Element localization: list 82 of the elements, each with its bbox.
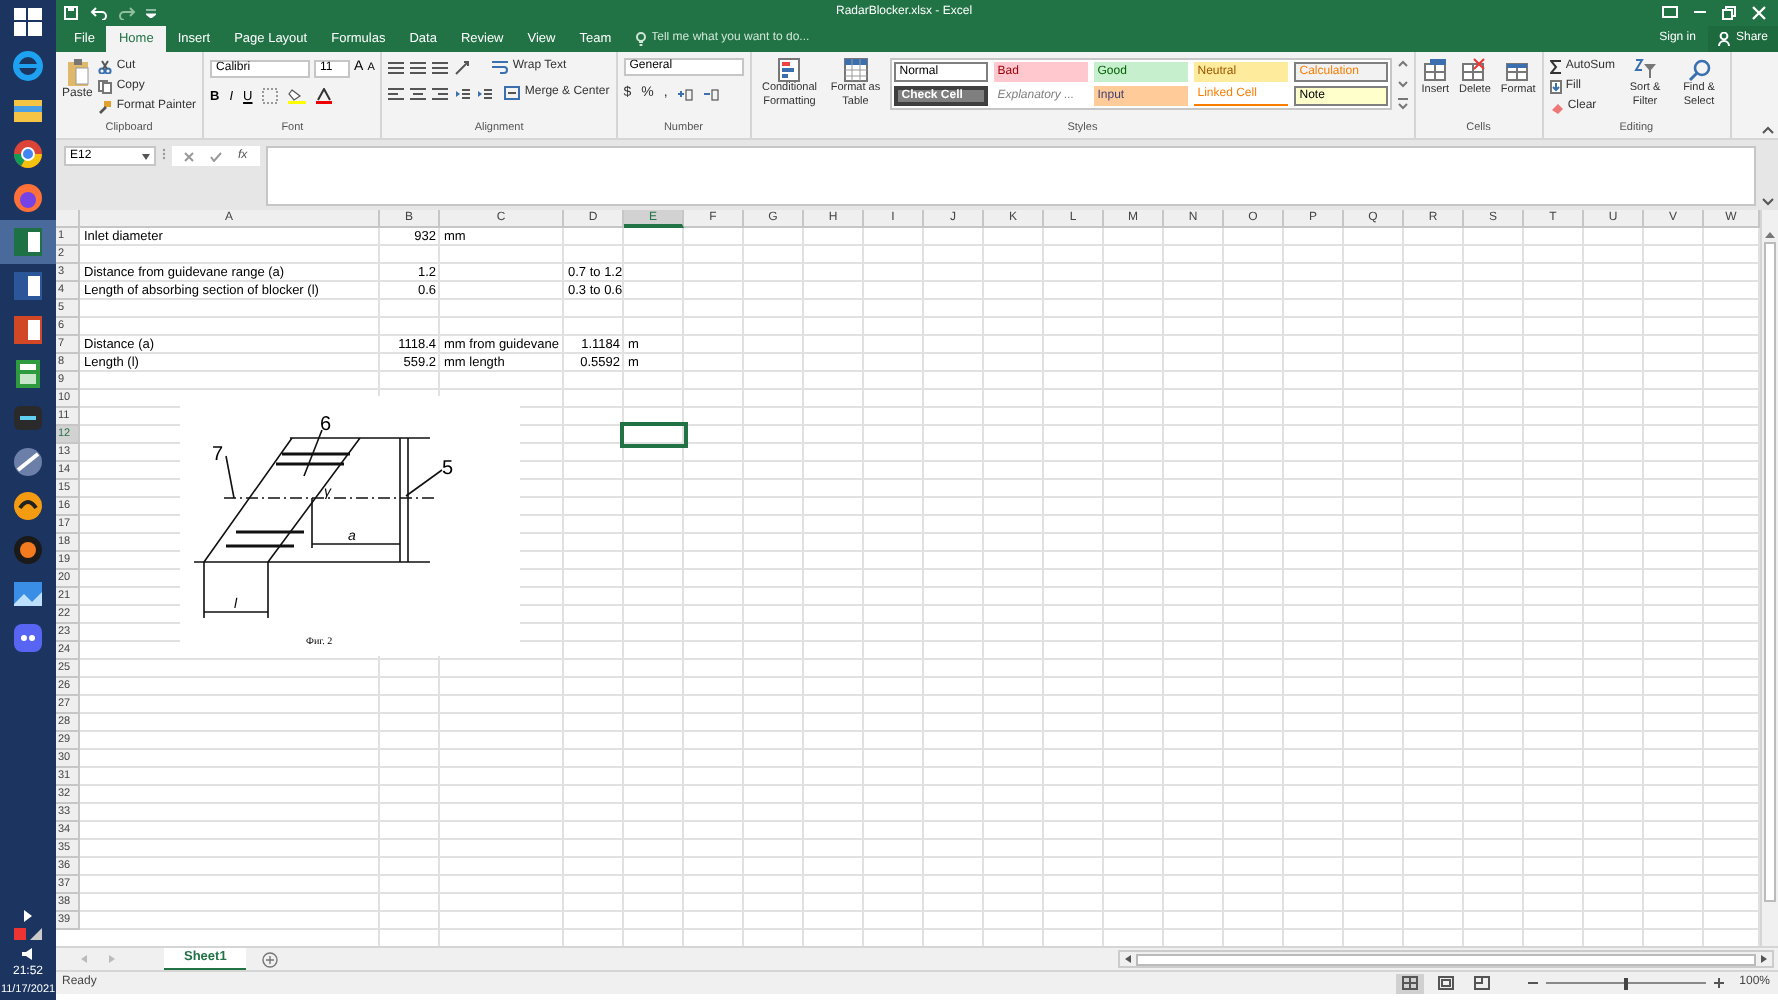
customize-icon[interactable] — [146, 7, 156, 17]
checkmark-icon[interactable] — [210, 151, 222, 161]
insert-cells-icon — [1423, 58, 1448, 82]
add-sheet-icon[interactable] — [262, 951, 279, 967]
collapse-ribbon-icon[interactable] — [1762, 126, 1774, 134]
align-right-icon[interactable] — [432, 85, 449, 101]
app-icon[interactable] — [12, 446, 44, 478]
app-icon[interactable] — [12, 402, 44, 434]
copy-icon — [98, 80, 113, 94]
top-align-icon[interactable] — [388, 59, 405, 75]
font-color-icon[interactable] — [316, 88, 333, 105]
restore-icon[interactable] — [1722, 5, 1736, 19]
middle-align-icon[interactable] — [410, 59, 427, 75]
sort-filter-icon — [1633, 58, 1658, 82]
table-icon — [843, 58, 868, 82]
fill-color-icon[interactable] — [288, 88, 307, 105]
photos-icon[interactable] — [12, 578, 44, 610]
format-cells-icon — [1506, 58, 1531, 82]
bottom-align-icon[interactable] — [432, 59, 449, 75]
zoom-slider[interactable] — [1545, 977, 1706, 989]
orientation-icon[interactable] — [454, 59, 475, 75]
sigma-icon — [1549, 60, 1562, 74]
media-icon[interactable] — [12, 534, 44, 566]
chat-app-icon[interactable] — [12, 622, 44, 654]
selected-cell[interactable] — [624, 426, 684, 444]
decrease-decimal-icon[interactable] — [703, 87, 720, 102]
lightbulb-icon — [635, 32, 646, 46]
scroll-up-icon[interactable] — [1397, 58, 1408, 70]
more-icon[interactable] — [1397, 98, 1408, 110]
zoom-out-icon[interactable] — [1527, 978, 1538, 988]
borders-icon[interactable] — [262, 88, 279, 105]
align-left-icon[interactable] — [388, 85, 405, 101]
scroll-down-icon[interactable] — [1397, 78, 1408, 90]
document-app-icon[interactable] — [12, 270, 44, 302]
increase-decimal-icon[interactable] — [677, 87, 694, 102]
ribbon-display-icon[interactable] — [1662, 6, 1678, 18]
caret-icon[interactable] — [22, 910, 34, 922]
scroll-thumb[interactable] — [1764, 242, 1776, 902]
clipboard-icon — [65, 58, 90, 86]
formula-input[interactable] — [265, 146, 1756, 206]
magnifier-icon — [1687, 58, 1712, 82]
undo-icon[interactable] — [90, 5, 108, 19]
callout-label: 7 — [212, 444, 224, 466]
eraser-icon — [1549, 101, 1564, 113]
merge-icon — [504, 86, 521, 100]
callout-label: 5 — [442, 458, 454, 480]
calculator-icon[interactable] — [12, 358, 44, 390]
save-icon[interactable] — [64, 5, 78, 19]
increase-indent-icon[interactable] — [476, 85, 493, 101]
scroll-thumb[interactable] — [1136, 953, 1756, 965]
align-center-icon[interactable] — [410, 85, 427, 101]
delete-cells-icon — [1462, 58, 1487, 82]
paintbrush-icon — [98, 100, 113, 114]
folder-icon[interactable] — [12, 94, 44, 126]
redo-icon[interactable] — [118, 5, 136, 19]
app-icon[interactable] — [12, 490, 44, 522]
decrease-indent-icon[interactable] — [454, 85, 471, 101]
spreadsheet-app-icon[interactable] — [12, 226, 44, 258]
browser-icon[interactable] — [12, 138, 44, 170]
page-layout-icon[interactable] — [1437, 976, 1454, 990]
scroll-left-icon[interactable] — [1124, 954, 1132, 964]
scissors-icon — [98, 60, 113, 74]
person-icon — [1717, 32, 1730, 46]
scroll-right-icon[interactable] — [1760, 954, 1768, 964]
zoom-in-icon[interactable] — [1713, 978, 1724, 988]
callout-label: 6 — [320, 414, 332, 436]
network-icon[interactable] — [12, 926, 44, 942]
dropdown-icon — [142, 153, 150, 159]
conditional-formatting-icon — [777, 58, 802, 82]
close-icon[interactable] — [1752, 5, 1766, 19]
start-icon[interactable] — [12, 6, 44, 38]
expand-icon[interactable] — [1762, 198, 1774, 206]
vertical-scrollbar[interactable] — [1760, 210, 1778, 946]
fill-down-icon — [1549, 80, 1562, 94]
wrap-text-icon — [492, 60, 509, 74]
page-break-icon[interactable] — [1473, 976, 1490, 990]
normal-view-icon[interactable] — [1401, 976, 1418, 990]
horizontal-scrollbar[interactable] — [1118, 950, 1774, 968]
minimize-icon[interactable] — [1694, 6, 1706, 18]
volume-icon[interactable] — [20, 946, 36, 962]
presentation-app-icon[interactable] — [12, 314, 44, 346]
cancel-icon[interactable] — [184, 151, 194, 161]
